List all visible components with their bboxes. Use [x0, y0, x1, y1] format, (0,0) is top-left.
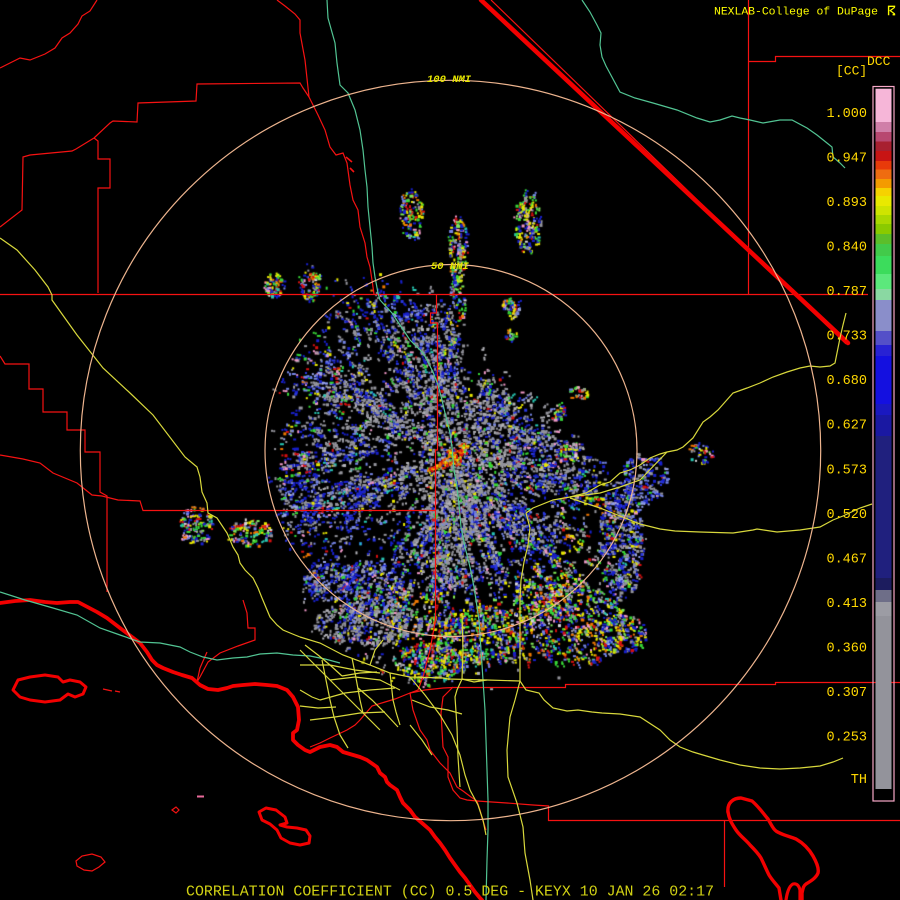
svg-text:0.253: 0.253 [826, 731, 867, 746]
svg-text:0.680: 0.680 [826, 374, 867, 389]
svg-text:[CC]: [CC] [836, 64, 867, 79]
svg-text:0.573: 0.573 [826, 463, 867, 478]
svg-text:CORRELATION COEFFICIENT (CC) 0: CORRELATION COEFFICIENT (CC) 0.5 DEG - K… [186, 885, 714, 900]
svg-text:100 NMI: 100 NMI [427, 74, 472, 86]
svg-text:0.787: 0.787 [826, 285, 867, 300]
svg-text:50 NMI: 50 NMI [431, 261, 470, 273]
svg-text:0.840: 0.840 [826, 241, 867, 256]
svg-text:0.520: 0.520 [826, 508, 867, 523]
svg-text:DCC: DCC [867, 54, 891, 69]
svg-text:0.413: 0.413 [826, 597, 867, 612]
svg-text:0.733: 0.733 [826, 330, 867, 345]
svg-text:0.307: 0.307 [826, 686, 867, 701]
svg-text:1.000: 1.000 [826, 107, 867, 122]
svg-text:0.947: 0.947 [826, 151, 867, 166]
svg-text:NEXLAB-College of DuPage: NEXLAB-College of DuPage [714, 6, 878, 19]
svg-text:0.467: 0.467 [826, 552, 867, 567]
svg-text:TH: TH [851, 773, 867, 788]
svg-text:0.627: 0.627 [826, 419, 867, 434]
svg-text:0.360: 0.360 [826, 641, 867, 656]
svg-text:0.893: 0.893 [826, 196, 867, 211]
